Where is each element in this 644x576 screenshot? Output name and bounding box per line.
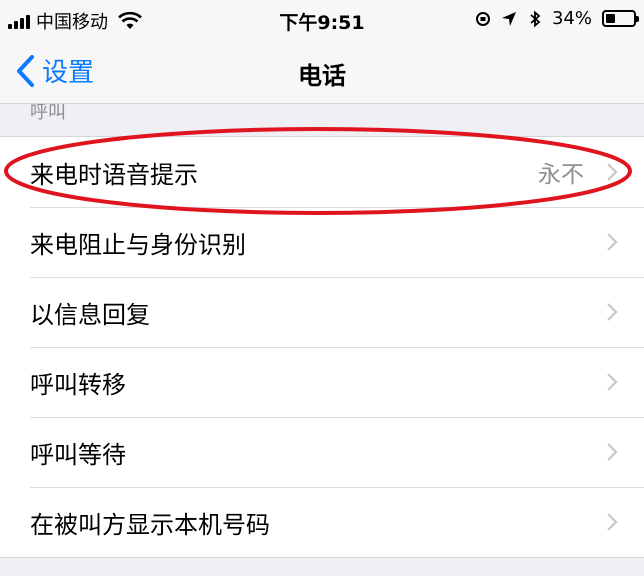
chevron-right-icon: [607, 163, 618, 181]
row-call-forwarding[interactable]: 呼叫转移: [0, 347, 644, 417]
row-voice-announce-calls[interactable]: 来电时语音提示 永不: [0, 137, 644, 207]
navigation-bar: 设置 电话: [0, 40, 644, 104]
location-icon: [501, 11, 516, 26]
row-call-waiting[interactable]: 呼叫等待: [0, 417, 644, 487]
row-label: 来电时语音提示: [30, 160, 198, 189]
page-title: 电话: [298, 62, 346, 90]
bluetooth-icon: [530, 10, 541, 27]
chevron-right-icon: [607, 373, 618, 391]
row-value: 永不: [538, 162, 584, 188]
chevron-right-icon: [607, 233, 618, 251]
chevron-right-icon: [607, 513, 618, 531]
status-right: 34%: [474, 8, 639, 29]
row-call-blocking-identification[interactable]: 来电阻止与身份识别: [0, 207, 644, 277]
battery-fill: [606, 14, 615, 23]
orientation-lock-icon: [475, 11, 490, 26]
battery-percent: 34%: [551, 8, 592, 29]
row-respond-with-text[interactable]: 以信息回复: [0, 277, 644, 347]
settings-list: 来电时语音提示 永不 来电阻止与身份识别 以信息回复 呼叫转移 呼叫等待 在被叫…: [0, 136, 644, 558]
row-label: 以信息回复: [30, 300, 150, 329]
row-label: 来电阻止与身份识别: [30, 230, 246, 259]
chevron-right-icon: [607, 303, 618, 321]
chevron-right-icon: [607, 443, 618, 461]
row-label: 呼叫等待: [30, 440, 126, 469]
row-show-caller-id[interactable]: 在被叫方显示本机号码: [0, 487, 644, 557]
row-label: 在被叫方显示本机号码: [30, 510, 270, 539]
status-bar: 中国移动 下午9:51 34%: [0, 0, 644, 40]
section-header: 呼叫: [30, 104, 66, 123]
row-label: 呼叫转移: [30, 370, 126, 399]
battery-icon: [602, 10, 639, 27]
